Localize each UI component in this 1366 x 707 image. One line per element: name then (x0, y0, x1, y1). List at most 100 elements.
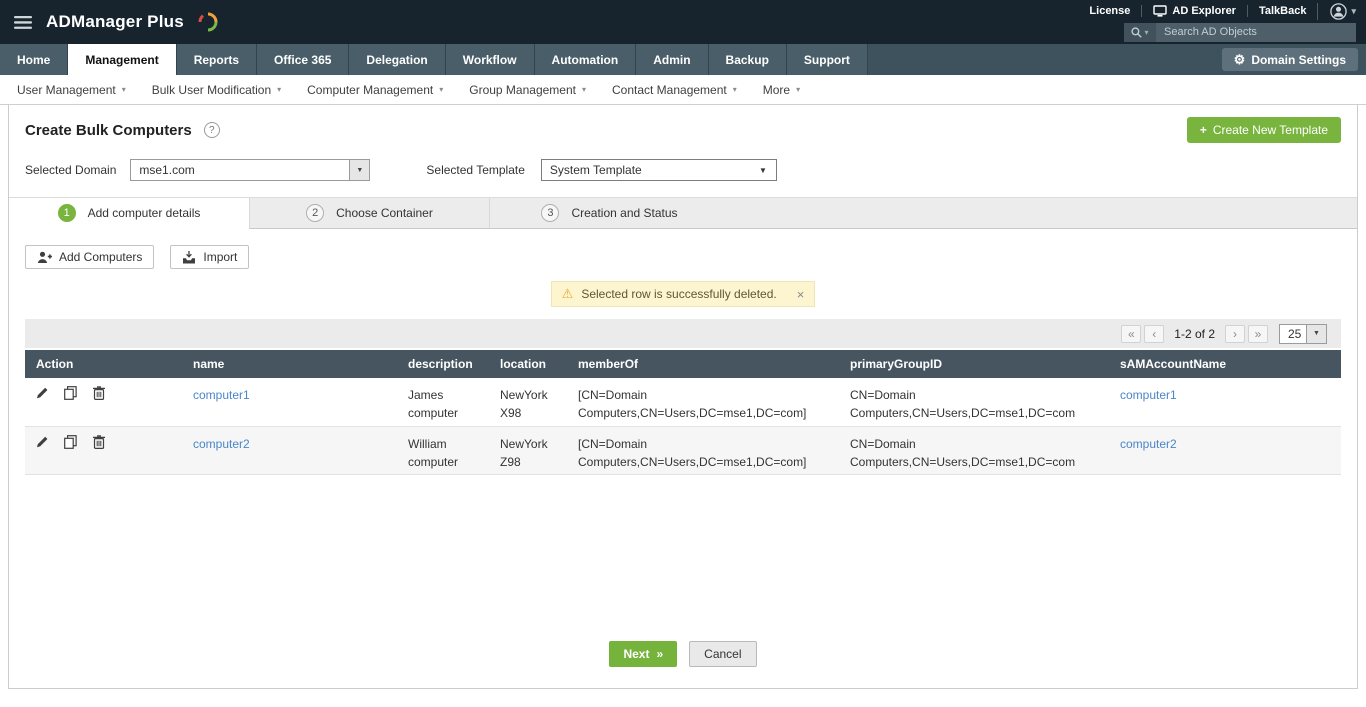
copy-icon[interactable] (64, 386, 78, 405)
name-cell: computer1 (182, 378, 397, 426)
step-label: Add computer details (87, 206, 201, 220)
nav-tab-management[interactable]: Management (68, 44, 177, 75)
nav-tab-reports[interactable]: Reports (176, 44, 258, 75)
step-add-computer-details[interactable]: 1 Add computer details (9, 198, 249, 229)
subnav-label: More (762, 82, 791, 97)
col-description: description (397, 350, 489, 378)
name-cell: computer2 (182, 426, 397, 474)
app-logo-text: ADManager Plus (46, 12, 184, 31)
location-cell: NewYork Z98 (500, 436, 548, 469)
footer-actions: Next » Cancel (9, 640, 1357, 667)
step-number: 3 (541, 204, 560, 222)
next-label: Next (623, 646, 650, 661)
topbar-right: License AD Explorer TalkBack ▾ ▾ (1078, 1, 1366, 44)
step-label: Creation and Status (571, 206, 678, 220)
subnav-group-management[interactable]: Group Management ▾ (456, 75, 599, 104)
col-name: name (182, 350, 397, 378)
talkback-link[interactable]: TalkBack (1246, 5, 1318, 17)
subnav-computer-management[interactable]: Computer Management ▾ (294, 75, 456, 104)
top-links: License AD Explorer TalkBack ▾ (1078, 2, 1356, 20)
subnav-user-management[interactable]: User Management ▾ (4, 75, 139, 104)
notification-area: ⚠ Selected row is successfully deleted. … (9, 281, 1357, 307)
subnav-label: Bulk User Modification (151, 82, 272, 97)
wizard-filler (729, 198, 1357, 229)
domain-settings-button[interactable]: ⚙ Domain Settings (1221, 48, 1358, 71)
description-cell: William computer (408, 436, 459, 469)
close-icon[interactable]: × (797, 287, 805, 302)
user-menu[interactable]: ▾ (1317, 2, 1356, 20)
table-row: computer1 James computer NewYork X98 [CN… (25, 378, 1341, 426)
selected-domain-select[interactable]: mse1.com ▼ (130, 159, 371, 181)
pagination-range: 1-2 of 2 (1174, 326, 1215, 341)
last-page-button[interactable]: » (1248, 324, 1268, 343)
delete-icon[interactable] (92, 434, 105, 454)
copy-icon[interactable] (64, 434, 78, 454)
selected-template-value: System Template (549, 163, 642, 177)
subnav-label: Contact Management (611, 82, 727, 97)
caret-down-icon: ▼ (1313, 330, 1320, 337)
previous-page-button[interactable]: ‹ (1144, 324, 1165, 343)
plus-icon: + (1199, 123, 1207, 137)
next-page-button[interactable]: › (1225, 324, 1245, 343)
ad-explorer-label: AD Explorer (1172, 5, 1236, 17)
import-button[interactable]: Import (170, 245, 250, 269)
import-icon (183, 250, 196, 263)
page-title: Create Bulk Computers (25, 121, 192, 139)
subnav-bulk-user-modification[interactable]: Bulk User Modification ▾ (139, 75, 294, 104)
warning-icon: ⚠ (561, 286, 574, 301)
caret-down-icon: ▾ (732, 85, 737, 94)
nav-tab-office365[interactable]: Office 365 (257, 44, 350, 75)
search-icon (1131, 26, 1143, 38)
add-computers-button[interactable]: Add Computers (25, 245, 155, 269)
subnav-contact-management[interactable]: Contact Management ▾ (599, 75, 750, 104)
col-location: location (489, 350, 567, 378)
selected-template-select[interactable]: System Template ▼ (540, 159, 777, 181)
nav-tab-automation[interactable]: Automation (534, 44, 637, 75)
first-page-button[interactable]: « (1121, 324, 1142, 343)
computer-name-link[interactable]: computer1 (193, 388, 250, 402)
nav-tab-backup[interactable]: Backup (708, 44, 787, 75)
selectors-row: Selected Domain mse1.com ▼ Selected Temp… (9, 143, 1357, 181)
nav-tab-workflow[interactable]: Workflow (445, 44, 535, 75)
menu-icon[interactable] (12, 12, 34, 33)
next-button[interactable]: Next » (609, 640, 678, 667)
nav-tab-admin[interactable]: Admin (636, 44, 709, 75)
search-bar: ▾ (1124, 22, 1356, 42)
step-creation-and-status[interactable]: 3 Creation and Status (489, 198, 729, 229)
samaccountname-link[interactable]: computer2 (1120, 437, 1177, 451)
create-new-template-button[interactable]: + Create New Template (1186, 117, 1341, 143)
content-panel: Create Bulk Computers ? + Create New Tem… (8, 105, 1358, 689)
license-link[interactable]: License (1078, 5, 1141, 17)
search-scope-button[interactable]: ▾ (1124, 22, 1156, 42)
action-cell (25, 378, 182, 426)
table-header-row: Action name description location memberO… (25, 350, 1341, 378)
edit-icon[interactable] (36, 435, 49, 453)
selected-domain-value: mse1.com (139, 163, 195, 177)
delete-icon[interactable] (92, 386, 105, 405)
selected-template-label: Selected Template (426, 163, 525, 177)
subnav-label: Group Management (469, 82, 576, 97)
cancel-button[interactable]: Cancel (689, 640, 757, 667)
wizard-steps: 1 Add computer details 2 Choose Containe… (9, 197, 1357, 229)
nav-tab-delegation[interactable]: Delegation (349, 44, 446, 75)
page-size-select[interactable]: 25 ▼ (1279, 323, 1327, 344)
search-input[interactable] (1156, 22, 1356, 42)
computer-name-link[interactable]: computer2 (193, 437, 250, 451)
ad-explorer-link[interactable]: AD Explorer (1141, 5, 1247, 17)
caret-down-icon: ▼ (356, 166, 364, 174)
management-subnav: User Management ▾ Bulk User Modification… (0, 75, 1366, 105)
page-size-value: 25 (1288, 326, 1302, 341)
select-arrow: ▼ (1306, 324, 1326, 343)
step-label: Choose Container (336, 206, 433, 220)
edit-icon[interactable] (36, 386, 49, 404)
toolbar: Add Computers Import (9, 229, 1357, 269)
nav-tab-support[interactable]: Support (786, 44, 868, 75)
primarygroupid-cell: CN=Domain Computers,CN=Users,DC=mse1,DC=… (850, 436, 1076, 469)
nav-tab-home[interactable]: Home (0, 44, 69, 75)
nav-spacer (868, 44, 1214, 75)
samaccountname-link[interactable]: computer1 (1120, 388, 1177, 402)
subnav-more[interactable]: More ▾ (750, 75, 813, 104)
step-choose-container[interactable]: 2 Choose Container (249, 198, 489, 229)
add-computers-label: Add Computers (59, 250, 143, 264)
help-icon[interactable]: ? (203, 122, 220, 138)
